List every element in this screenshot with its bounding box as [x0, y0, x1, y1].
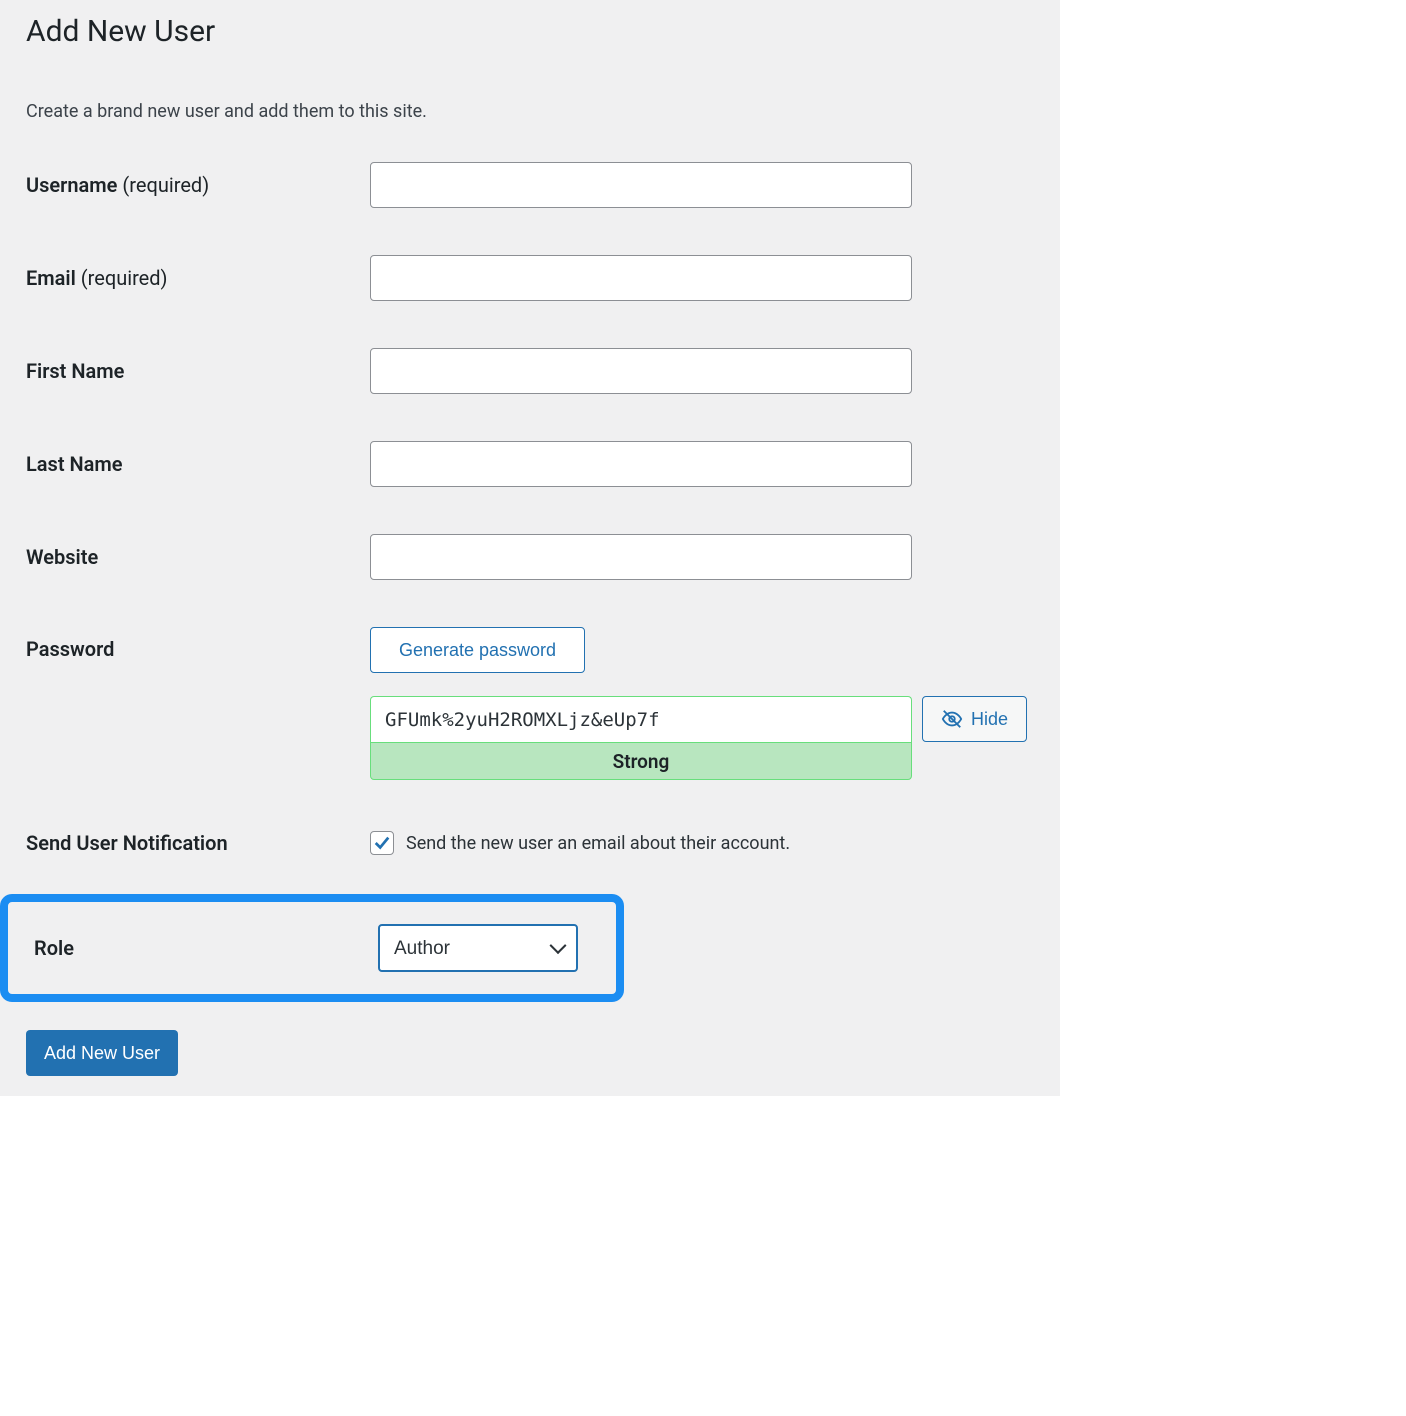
role-row-highlight: Role Author — [0, 894, 624, 1002]
username-row: Username (required) — [26, 162, 1034, 208]
email-label-text: Email — [26, 266, 76, 290]
generate-password-button[interactable]: Generate password — [370, 627, 585, 673]
role-label: Role — [34, 936, 378, 960]
notification-row: Send User Notification Send the new user… — [26, 820, 1034, 866]
password-line: Strong Hide — [370, 696, 1027, 780]
add-user-page: Add New User Create a brand new user and… — [0, 0, 1060, 1096]
role-select[interactable]: Author — [378, 924, 578, 972]
password-label: Password — [26, 627, 370, 661]
website-input[interactable] — [370, 534, 912, 580]
password-row: Password Generate password Strong Hide — [26, 627, 1034, 780]
last-name-label: Last Name — [26, 452, 370, 476]
page-description: Create a brand new user and add them to … — [26, 101, 1034, 122]
eye-hide-icon — [941, 708, 963, 730]
last-name-row: Last Name — [26, 441, 1034, 487]
role-select-wrap: Author — [378, 924, 578, 972]
email-input[interactable] — [370, 255, 912, 301]
email-label: Email (required) — [26, 266, 370, 290]
username-input[interactable] — [370, 162, 912, 208]
notification-checkbox-text: Send the new user an email about their a… — [406, 833, 790, 854]
first-name-row: First Name — [26, 348, 1034, 394]
website-label: Website — [26, 545, 370, 569]
first-name-label: First Name — [26, 359, 370, 383]
notification-label: Send User Notification — [26, 831, 370, 855]
username-label: Username (required) — [26, 173, 370, 197]
email-required: (required) — [81, 266, 168, 290]
add-new-user-button[interactable]: Add New User — [26, 1030, 178, 1076]
password-column: Generate password Strong Hide — [370, 627, 1027, 780]
username-label-text: Username — [26, 173, 117, 197]
last-name-input[interactable] — [370, 441, 912, 487]
password-input[interactable] — [370, 696, 912, 742]
password-box: Strong — [370, 696, 912, 780]
notification-checkbox[interactable] — [370, 831, 394, 855]
username-required: (required) — [122, 173, 209, 197]
first-name-input[interactable] — [370, 348, 912, 394]
hide-button-label: Hide — [971, 709, 1008, 730]
hide-password-button[interactable]: Hide — [922, 696, 1027, 742]
checkmark-icon — [373, 834, 391, 852]
notification-checkbox-wrap: Send the new user an email about their a… — [370, 831, 790, 855]
password-strength: Strong — [370, 742, 912, 780]
website-row: Website — [26, 534, 1034, 580]
page-title: Add New User — [26, 0, 1034, 61]
email-row: Email (required) — [26, 255, 1034, 301]
